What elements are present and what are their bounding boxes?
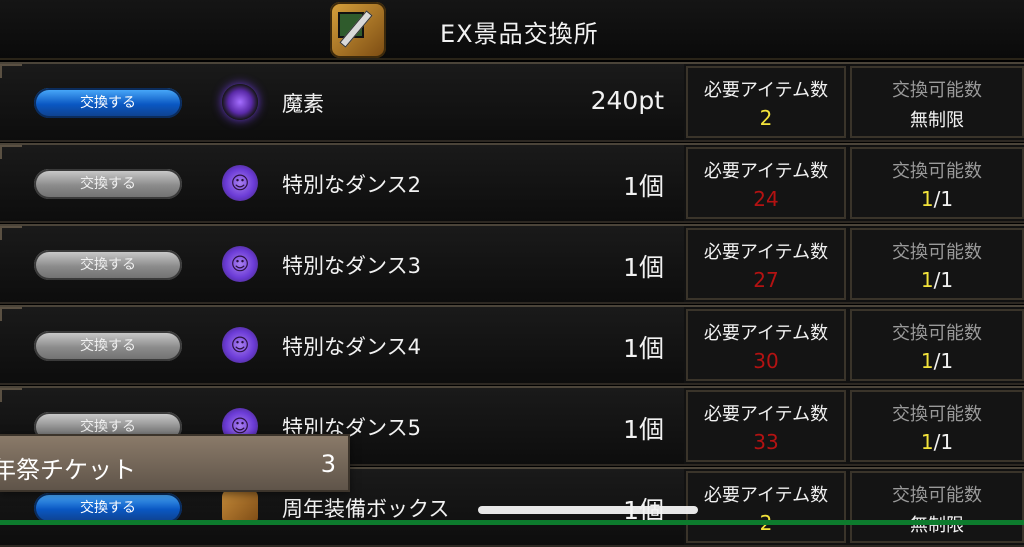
required-items-value: 27 (753, 268, 779, 292)
exchange-button[interactable]: 交換する (34, 331, 182, 361)
horizontal-scrollbar[interactable] (478, 506, 698, 514)
exchange-limit-current: 1 (920, 268, 934, 292)
row-corner-decoration (0, 307, 22, 321)
bottom-bar (0, 520, 1024, 525)
exchange-limit-label: 交換可能数 (892, 161, 982, 182)
exchange-limit-cell: 交換可能数 1/1 (850, 228, 1024, 300)
required-items-label: 必要アイテム数 (703, 80, 829, 101)
exchange-limit-cell: 交換可能数 無制限 (850, 66, 1024, 138)
exchange-limit-cell: 交換可能数 1/1 (850, 390, 1024, 462)
item-amount: 1個 (623, 415, 664, 444)
exchange-limit-cell: 交換可能数 無制限 (850, 471, 1024, 543)
required-items-label: 必要アイテム数 (703, 161, 829, 182)
required-items-cell: 必要アイテム数 2 (686, 66, 846, 138)
required-items-value: 2 (759, 106, 773, 130)
row-corner-decoration (0, 388, 22, 402)
item-amount: 1個 (623, 253, 664, 282)
ticket-label: 年祭チケット (0, 456, 136, 484)
item-name: 特別なダンス3 (282, 254, 421, 278)
exchange-row: 交換する 魔素 240pt 必要アイテム数 2 交換可能数 無制限 (0, 62, 1024, 142)
item-amount: 240pt (590, 86, 664, 115)
dance-figure-icon: ☺ (222, 327, 258, 363)
exchange-limit-current: 1 (920, 187, 934, 211)
required-items-label: 必要アイテム数 (703, 404, 829, 425)
dark-orb-icon (222, 84, 258, 120)
exchange-limit-value: 1/1 (852, 349, 1022, 373)
dance-figure-icon: ☺ (222, 165, 258, 201)
required-items-cell: 必要アイテム数 33 (686, 390, 846, 462)
exchange-limit-label: 交換可能数 (892, 323, 982, 344)
item-name: 特別なダンス4 (282, 335, 421, 359)
required-items-cell: 必要アイテム数 30 (686, 309, 846, 381)
exchange-limit-value: 無制限 (910, 110, 964, 131)
treasure-chest-sword-icon (330, 2, 386, 58)
ticket-popup: 年祭チケット 3 (0, 434, 350, 492)
exchange-limit-label: 交換可能数 (892, 80, 982, 101)
exchange-button[interactable]: 交換する (34, 493, 182, 523)
exchange-limit-value: 1/1 (852, 430, 1022, 454)
page-title: EX景品交換所 (440, 20, 599, 48)
exchange-limit-total: 1 (940, 187, 954, 211)
required-items-value: 33 (753, 430, 779, 454)
required-items-cell: 必要アイテム数 27 (686, 228, 846, 300)
required-items-label: 必要アイテム数 (703, 485, 829, 506)
item-amount: 1個 (623, 334, 664, 363)
exchange-limit-total: 1 (940, 349, 954, 373)
exchange-limit-value: 1/1 (852, 187, 1022, 211)
exchange-button[interactable]: 交換する (34, 250, 182, 280)
required-items-label: 必要アイテム数 (703, 242, 829, 263)
item-name: 魔素 (282, 92, 324, 116)
item-name: 周年装備ボックス (282, 497, 450, 521)
exchange-limit-value: 1/1 (852, 268, 1022, 292)
exchange-limit-label: 交換可能数 (892, 404, 982, 425)
exchange-limit-total: 1 (940, 430, 954, 454)
exchange-limit-total: 1 (940, 268, 954, 292)
exchange-row: 交換する ☺ 特別なダンス4 1個 必要アイテム数 30 交換可能数 1/1 (0, 305, 1024, 385)
exchange-row: 交換する ☺ 特別なダンス3 1個 必要アイテム数 27 交換可能数 1/1 (0, 224, 1024, 304)
exchange-limit-current: 1 (920, 349, 934, 373)
exchange-limit-label: 交換可能数 (892, 242, 982, 263)
exchange-limit-cell: 交換可能数 1/1 (850, 147, 1024, 219)
required-items-value: 30 (753, 349, 779, 373)
exchange-row: 交換する ☺ 特別なダンス2 1個 必要アイテム数 24 交換可能数 1/1 (0, 143, 1024, 223)
row-corner-decoration (0, 64, 22, 78)
item-name: 特別なダンス2 (282, 173, 421, 197)
required-items-cell: 必要アイテム数 24 (686, 147, 846, 219)
exchange-limit-cell: 交換可能数 1/1 (850, 309, 1024, 381)
dance-figure-icon: ☺ (222, 246, 258, 282)
exchange-limit-current: 1 (920, 430, 934, 454)
required-items-label: 必要アイテム数 (703, 323, 829, 344)
exchange-limit-label: 交換可能数 (892, 485, 982, 506)
required-items-value: 24 (753, 187, 779, 211)
required-items-cell: 必要アイテム数 2 (686, 471, 846, 543)
row-corner-decoration (0, 226, 22, 240)
row-corner-decoration (0, 145, 22, 159)
item-amount: 1個 (623, 172, 664, 201)
header-bar: EX景品交換所 (0, 0, 1024, 60)
exchange-button[interactable]: 交換する (34, 88, 182, 118)
exchange-button[interactable]: 交換する (34, 169, 182, 199)
ticket-count: 3 (320, 450, 336, 478)
